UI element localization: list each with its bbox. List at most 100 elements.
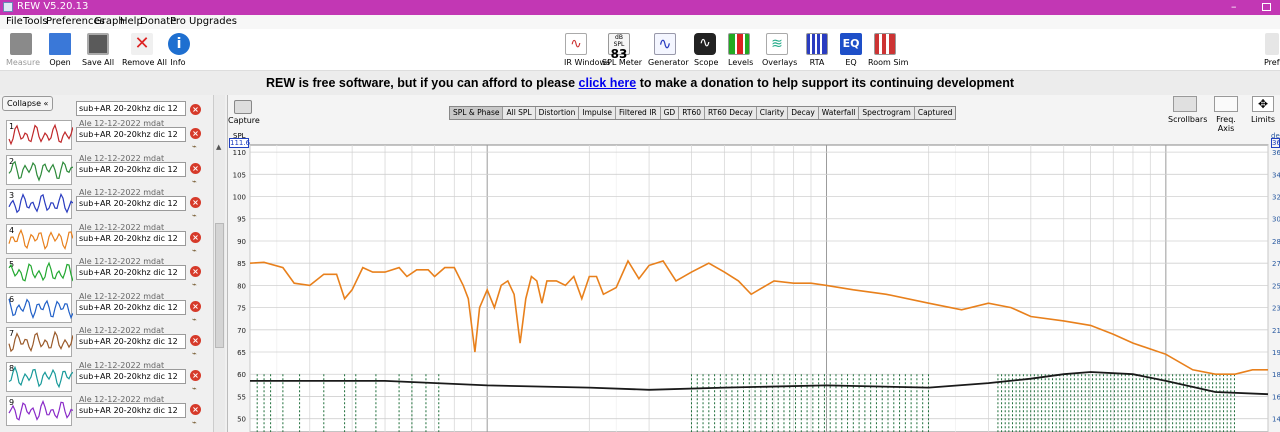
info-button[interactable]: i Info (168, 33, 190, 67)
window-title: REW V5.20.13 (17, 1, 89, 12)
measurement-mic-icon: ⌁ (192, 280, 197, 289)
delete-measurement-button[interactable]: × (190, 104, 201, 115)
generator-icon: ∿ (654, 33, 676, 55)
measure-button[interactable]: Measure (6, 33, 40, 67)
measurement-row[interactable]: 8 Ale 12-12-2022 mdat sub+AR 20-20khz dic … (0, 359, 212, 393)
levels-icon (728, 33, 750, 55)
right-tick-label: 30 (1272, 216, 1280, 224)
save-icon (87, 33, 109, 55)
measurement-name-field[interactable]: sub+AR 20-20khz dic 12 (76, 230, 186, 246)
thumbnail-trace (8, 399, 73, 421)
right-tick-label: 19 (1272, 349, 1280, 357)
measurement-name-field[interactable]: sub+AR 20-20khz dic 12 (76, 161, 186, 177)
measurement-name-field[interactable]: sub+AR 20-20khz dic 12 (76, 299, 186, 315)
preferences-button[interactable]: Pref (1264, 33, 1280, 67)
measure-label: Measure (6, 58, 40, 67)
eq-button[interactable]: EQ EQ (840, 33, 862, 67)
measurement-row[interactable]: 1 Ale 12-12-2022 mdat sub+AR 20-20khz dic … (0, 117, 212, 151)
measurement-row[interactable]: 2 Ale 12-12-2022 mdat sub+AR 20-20khz dic … (0, 152, 212, 186)
measurement-thumbnail[interactable]: 5 (6, 258, 73, 288)
rta-button[interactable]: RTA (806, 33, 828, 67)
right-tick-label: 21 (1272, 327, 1280, 335)
measurement-row[interactable]: 3 Ale 12-12-2022 mdat sub+AR 20-20khz dic … (0, 186, 212, 220)
y-tick-label: 65 (237, 349, 246, 357)
measurement-mic-icon: ⌁ (192, 245, 197, 255)
measurement-thumbnail[interactable]: 8 (6, 361, 73, 392)
measurement-name-field[interactable]: sub+AR 20-20khz dic 12 (76, 334, 186, 349)
menu-file[interactable]: File (6, 16, 23, 27)
spl-meter-label: SPL Meter (602, 58, 643, 67)
thumbnail-trace (8, 228, 73, 250)
spl-phase-chart[interactable]: 110 36 105 34 100 32 95 30 90 28 85 27 80 25 75 23 70 21 6… (228, 95, 1280, 432)
menu-tools[interactable]: Tools (23, 16, 48, 27)
delete-measurement-button[interactable]: × (190, 128, 201, 139)
delete-measurement-button[interactable]: × (190, 197, 201, 208)
y-tick-label: 60 (237, 371, 246, 379)
thumbnail-trace (8, 160, 73, 182)
measurement-thumbnail[interactable]: 9 (6, 396, 73, 426)
measurement-row[interactable]: 4 Ale 12-12-2022 mdat sub+AR 20-20khz dic … (0, 221, 212, 255)
main-toolbar: Measure Open Save All ✕ Remove All i Inf… (0, 29, 1280, 71)
delete-measurement-button[interactable]: × (190, 162, 201, 174)
right-tick-label: 23 (1272, 305, 1280, 313)
generator-button[interactable]: ∿ Generator (648, 33, 689, 67)
delete-measurement-button[interactable]: × (190, 369, 201, 381)
delete-measurement-button[interactable]: × (190, 404, 201, 415)
measurements-scrollbar[interactable]: ▲ (213, 95, 225, 432)
remove-icon: ✕ (131, 33, 153, 55)
microphone-icon (10, 33, 32, 55)
levels-button[interactable]: Levels (728, 33, 753, 67)
measurements-panel: Collapse « sub+AR 20-20khz dic 12 × 1 Ale… (0, 95, 228, 432)
measurement-thumbnail[interactable]: 6 (6, 292, 73, 323)
delete-measurement-button[interactable]: × (190, 300, 201, 312)
measurement-name-field[interactable]: sub+AR 20-20khz dic 12 (76, 127, 186, 142)
measurement-row[interactable]: 9 Ale 12-12-2022 mdat sub+AR 20-20khz dic … (0, 393, 212, 427)
donation-link[interactable]: click here (579, 76, 637, 90)
eq-icon: EQ (840, 33, 862, 55)
measurement-thumbnail[interactable]: 4 (6, 223, 73, 254)
rta-label: RTA (809, 58, 825, 67)
ir-windows-button[interactable]: ∿ IR Windows (564, 33, 610, 67)
room-sim-icon (874, 33, 896, 55)
measurement-name-field[interactable]: sub+AR 20-20khz dic 12 (76, 403, 186, 418)
delete-measurement-button[interactable]: × (190, 231, 201, 243)
y-tick-label: 80 (237, 282, 246, 290)
minimize-button[interactable]: – (1231, 0, 1237, 13)
overlays-icon: ≋ (766, 33, 788, 55)
remove-all-button[interactable]: ✕ Remove All (122, 33, 167, 67)
save-all-button[interactable]: Save All (82, 33, 114, 67)
measurement-mic-icon: ⌁ (192, 211, 197, 220)
y-tick-label: 55 (237, 393, 246, 401)
measurement-row[interactable]: 7 Ale 12-12-2022 mdat sub+AR 20-20khz dic … (0, 324, 212, 358)
right-tick-label: 36 (1272, 149, 1280, 157)
scroll-up-icon[interactable]: ▲ (216, 143, 221, 151)
measurement-thumbnail[interactable]: 7 (6, 327, 73, 357)
info-icon: i (168, 33, 190, 55)
measurement-name-field[interactable]: sub+AR 20-20khz dic 12 (76, 265, 186, 280)
overlays-button[interactable]: ≋ Overlays (762, 33, 797, 67)
scrollbar-thumb[interactable] (215, 223, 224, 348)
maximize-button[interactable] (1262, 3, 1271, 11)
spl-meter-button[interactable]: dB SPL 83 SPL Meter (602, 33, 643, 67)
measurement-name-field[interactable]: sub+AR 20-20khz dic 12 (76, 196, 186, 211)
measurement-thumbnail[interactable]: 1 (6, 120, 73, 150)
y-tick-label: 110 (233, 149, 246, 157)
collapse-button[interactable]: Collapse « (2, 96, 54, 111)
info-label: Info (170, 58, 186, 67)
menu-pro-upgrades[interactable]: Pro Upgrades (170, 16, 237, 27)
measurement-name-field[interactable]: sub+AR 20-20khz dic 12 (76, 368, 186, 384)
measurement-name-field[interactable]: sub+AR 20-20khz dic 12 (76, 101, 186, 116)
measurement-mic-icon: ⌁ (192, 349, 197, 358)
scope-button[interactable]: ∿ Scope (694, 33, 718, 67)
right-tick-label: 28 (1272, 238, 1280, 246)
measurement-row[interactable]: 5 Ale 12-12-2022 mdat sub+AR 20-20khz dic … (0, 255, 212, 289)
measurement-thumbnail[interactable]: 2 (6, 154, 73, 185)
delete-measurement-button[interactable]: × (190, 266, 201, 277)
open-button[interactable]: Open (48, 33, 72, 67)
y-tick-label: 85 (237, 260, 246, 268)
delete-measurement-button[interactable]: × (190, 335, 201, 346)
room-sim-button[interactable]: Room Sim (868, 33, 908, 67)
measurement-thumbnail[interactable]: 3 (6, 189, 73, 219)
thumbnail-trace (8, 192, 73, 214)
measurement-row[interactable]: 6 Ale 12-12-2022 mdat sub+AR 20-20khz dic … (0, 290, 212, 324)
